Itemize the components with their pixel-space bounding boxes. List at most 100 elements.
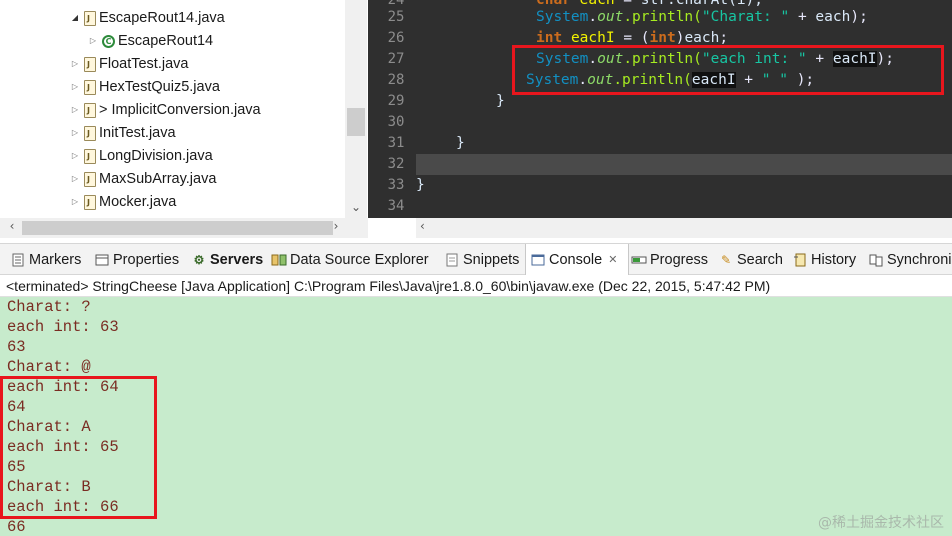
console-status-line: <terminated> StringCheese [Java Applicat…: [0, 275, 952, 297]
history-icon: [792, 252, 808, 268]
tab-properties[interactable]: Properties: [90, 244, 179, 275]
tree-horizontal-scrollbar[interactable]: ‹ ›: [0, 218, 368, 238]
tab-label: Search: [737, 251, 783, 268]
console-line: each int: 63: [7, 318, 119, 336]
snippets-icon: [444, 252, 460, 268]
code-editor[interactable]: 24 25 26 27 28 29 30 31 32 33 34 char ea…: [368, 0, 952, 238]
tree-item-maxsubarray[interactable]: ▷ MaxSubArray.java: [68, 167, 216, 190]
code-line-28: System.out.println(eachI + " " );: [526, 72, 815, 88]
tree-item-label: EscapeRout14: [118, 32, 214, 49]
tab-label: Console: [549, 251, 603, 268]
console-icon: [530, 252, 546, 268]
tab-label: Servers: [210, 251, 264, 268]
code-line-29: }: [496, 93, 505, 109]
tree-row-partial: [68, 0, 288, 4]
tree-item-longdivision[interactable]: ▷ LongDivision.java: [68, 144, 213, 167]
code-line-31: }: [456, 135, 465, 151]
tree-item-label: InitTest.java: [99, 124, 176, 141]
console-line: 65: [7, 458, 26, 476]
tab-snippets[interactable]: Snippets: [440, 244, 519, 275]
console-line: 64: [7, 398, 26, 416]
line-number: 34: [387, 198, 405, 214]
tab-servers[interactable]: ⚙ Servers: [187, 244, 264, 275]
tree-item-label: LongDivision.java: [99, 147, 213, 164]
tab-console[interactable]: Console ✕: [525, 244, 629, 275]
collapse-arrow-icon[interactable]: ▷: [68, 82, 82, 91]
tab-label: Properties: [113, 251, 180, 268]
tree-item-label: > ImplicitConversion.java: [99, 101, 261, 118]
tab-label: History: [811, 251, 857, 268]
scroll-down-arrow-icon[interactable]: ⌄: [345, 200, 367, 216]
editor-horizontal-scrollbar[interactable]: ‹: [416, 218, 952, 238]
tree-item-escaperout14-class[interactable]: ▷ C EscapeRout14: [86, 29, 213, 52]
tree-horizontal-scroll-thumb[interactable]: [22, 221, 333, 235]
collapse-arrow-icon[interactable]: ▷: [68, 128, 82, 137]
console-line: each int: 65: [7, 438, 119, 456]
synchronize-icon: [868, 252, 884, 268]
line-number: 30: [387, 114, 405, 130]
tree-item-label: HexTestQuiz5.java: [99, 78, 220, 95]
line-number: 29: [387, 93, 405, 109]
code-line-33: }: [416, 177, 425, 193]
collapse-arrow-icon[interactable]: ▷: [68, 197, 82, 206]
code-area[interactable]: char each = str.charAt(i); System.out.pr…: [416, 0, 952, 218]
tree-item-label: Mocker.java: [99, 193, 177, 210]
java-file-icon: [84, 171, 96, 187]
tab-history[interactable]: History: [788, 244, 856, 275]
java-file-icon: [84, 10, 96, 26]
scroll-left-arrow-icon[interactable]: ‹: [4, 219, 20, 233]
scroll-left-arrow-icon[interactable]: ‹: [420, 219, 425, 233]
collapse-arrow-icon[interactable]: ▷: [68, 59, 82, 68]
console-line: Charat: ?: [7, 298, 91, 316]
expand-arrow-icon[interactable]: ◢: [68, 13, 82, 22]
tab-label: Synchroni: [887, 251, 952, 268]
tab-label: Snippets: [463, 251, 520, 268]
console-line: 66: [7, 518, 26, 536]
collapse-arrow-icon[interactable]: ▷: [68, 105, 82, 114]
collapse-arrow-icon[interactable]: ▷: [68, 151, 82, 160]
java-file-icon: [84, 102, 96, 118]
console-line: Charat: @: [7, 358, 91, 376]
tree-item-floattest[interactable]: ▷ FloatTest.java: [68, 52, 188, 75]
tree-vertical-scroll-thumb[interactable]: [347, 108, 365, 136]
tree-vertical-scrollbar[interactable]: ⌄: [345, 0, 367, 218]
java-file-icon: [84, 125, 96, 141]
tree-item-mocker[interactable]: ▷ Mocker.java: [68, 190, 176, 213]
watermark: @稀土掘金技术社区: [818, 515, 944, 531]
tab-search[interactable]: ✎ Search: [714, 244, 783, 275]
tree-item-escaperout14-java[interactable]: ◢ EscapeRout14.java: [68, 6, 225, 29]
line-number: 25: [387, 9, 405, 25]
servers-icon: ⚙: [193, 252, 205, 267]
java-file-icon: [84, 79, 96, 95]
progress-icon: [631, 252, 647, 268]
collapse-arrow-icon[interactable]: ▷: [86, 36, 100, 45]
tab-data-source-explorer[interactable]: Data Source Explorer: [267, 244, 429, 275]
tree-item-label: MaxSubArray.java: [99, 170, 217, 187]
tree-item-hextestquiz5[interactable]: ▷ HexTestQuiz5.java: [68, 75, 220, 98]
line-number: 26: [387, 30, 405, 46]
scroll-right-arrow-icon[interactable]: ›: [328, 219, 344, 233]
tab-synchronize[interactable]: Synchroni: [864, 244, 951, 275]
console-line: each int: 66: [7, 498, 119, 516]
code-line-26: int eachI = (int)each;: [536, 30, 729, 46]
tab-markers[interactable]: Markers: [6, 244, 81, 275]
data-source-icon: [271, 252, 287, 268]
line-number: 33: [387, 177, 405, 193]
line-number-gutter: 24 25 26 27 28 29 30 31 32 33 34: [378, 0, 416, 218]
tree-item-label: EscapeRout14.java: [99, 9, 225, 26]
line-number: 32: [387, 156, 405, 172]
tree-item-implicitconversion[interactable]: ▷ > ImplicitConversion.java: [68, 98, 261, 121]
line-number: 31: [387, 135, 405, 151]
java-file-icon: [84, 194, 96, 210]
close-icon[interactable]: ✕: [608, 253, 617, 266]
collapse-arrow-icon[interactable]: ▷: [68, 174, 82, 183]
console-line: Charat: A: [7, 418, 91, 436]
properties-icon: [94, 252, 110, 268]
tab-label: Progress: [650, 251, 709, 268]
tab-progress[interactable]: Progress: [627, 244, 708, 275]
console-line: each int: 64: [7, 378, 119, 396]
tree-item-inittest[interactable]: ▷ InitTest.java: [68, 121, 176, 144]
console-output[interactable]: Charat: ? each int: 63 63 Charat: @ each…: [0, 297, 952, 536]
tab-label: Data Source Explorer: [290, 251, 429, 268]
tree-item-label: FloatTest.java: [99, 55, 189, 72]
